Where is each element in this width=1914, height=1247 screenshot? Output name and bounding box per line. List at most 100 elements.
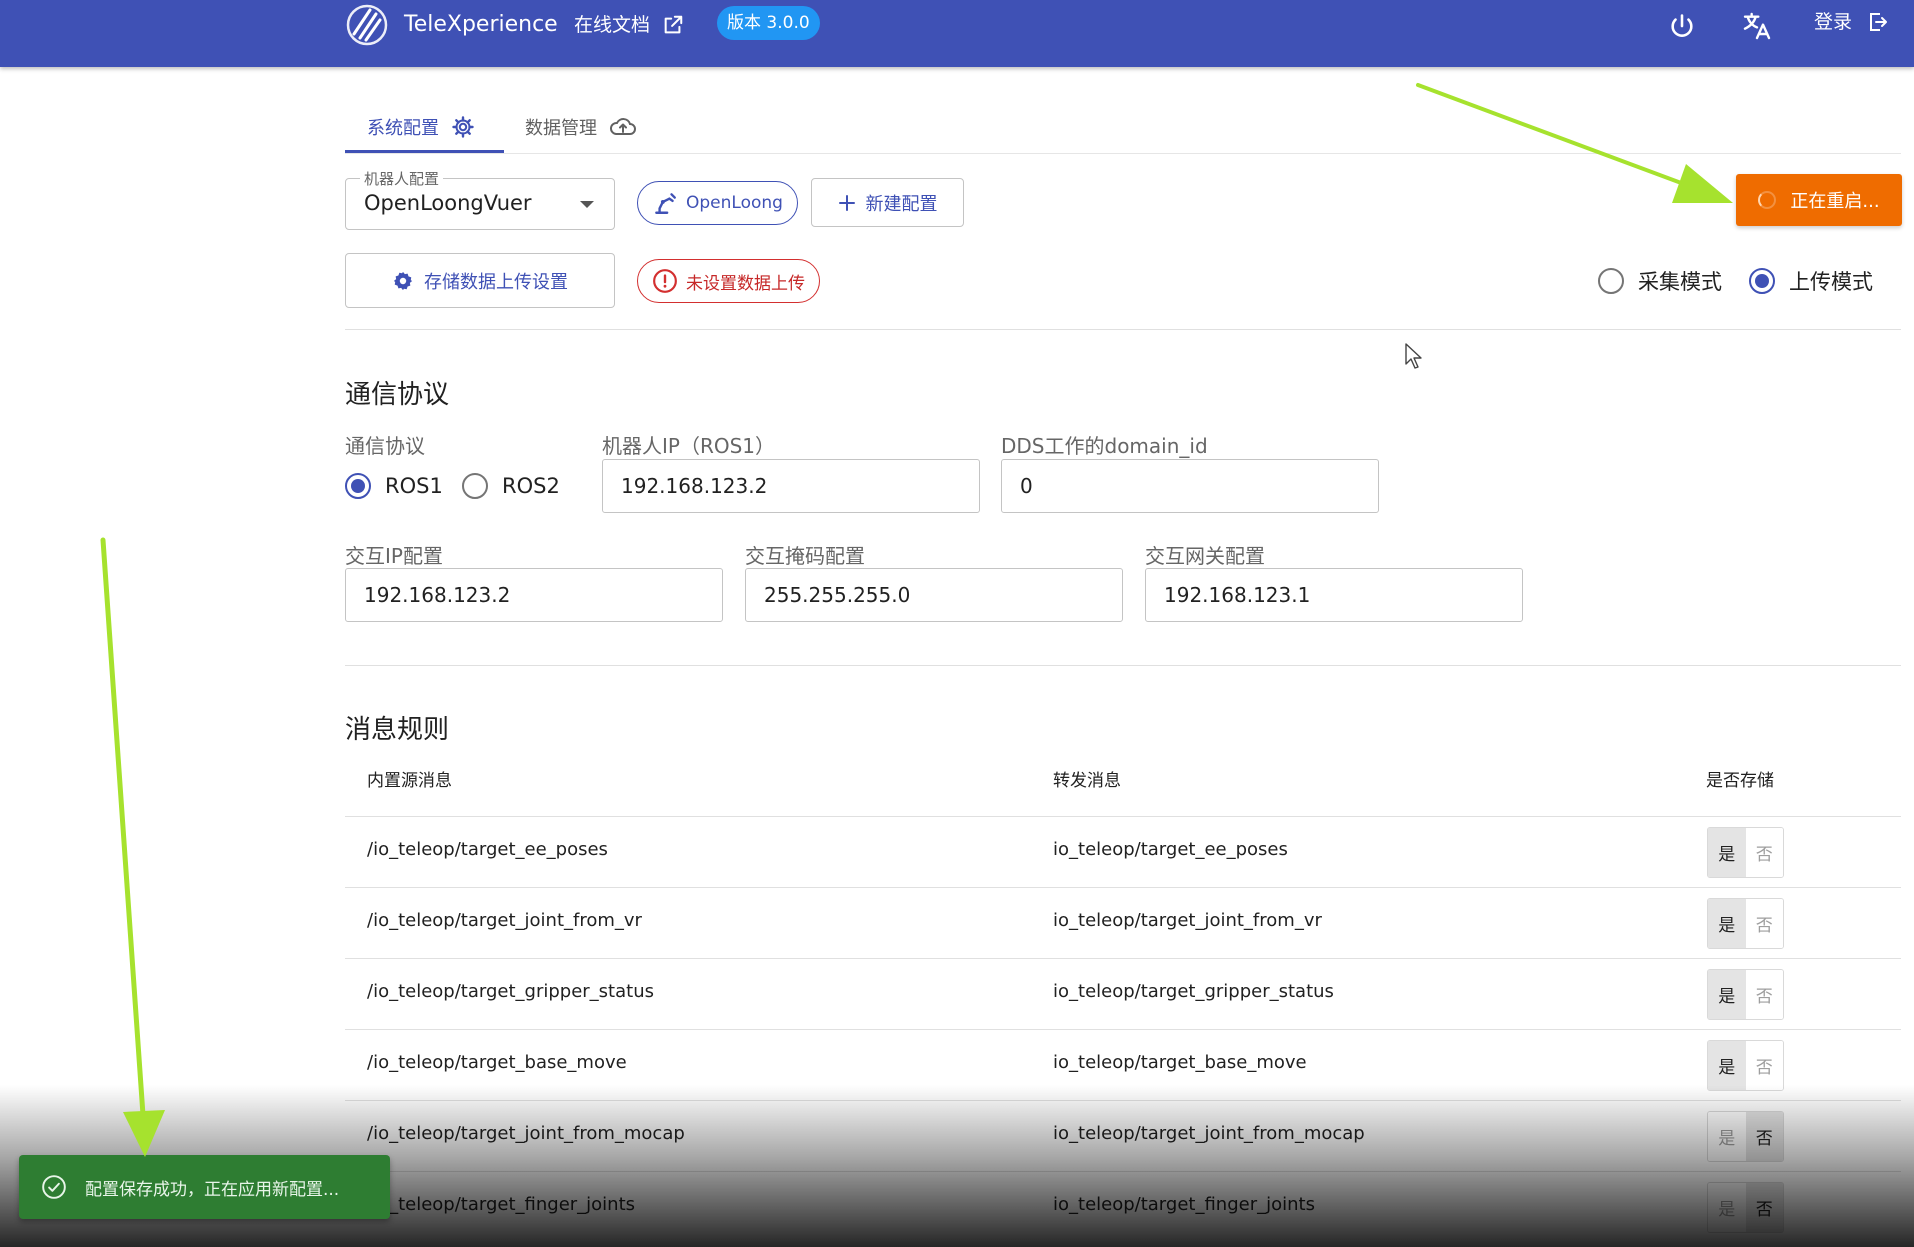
mouse-pointer-icon (1405, 343, 1422, 369)
robot-ip-input[interactable] (602, 459, 980, 513)
active-tab-indicator (345, 150, 504, 153)
loading-spinner-icon (1758, 191, 1777, 209)
robot-config-select[interactable]: 机器人配置 OpenLoongVuer (345, 168, 615, 230)
store-toggle: 是 否 (1707, 1040, 1784, 1091)
top-app-bar: TeleXperience 在线文档 版本 3.0.0 登录 (0, 0, 1914, 67)
rules-section-title: 消息规则 (345, 715, 450, 745)
login-icon (1870, 13, 1888, 31)
check-circle-icon (42, 1175, 66, 1199)
domain-id-input[interactable] (1001, 459, 1379, 513)
upload-warning-label: 未设置数据上传 (686, 273, 805, 294)
store-no-button[interactable]: 否 (1745, 1041, 1783, 1090)
external-link-icon (664, 15, 683, 34)
column-header-source: 内置源消息 (367, 771, 452, 791)
login-label: 登录 (1814, 11, 1853, 33)
domain-id-label: DDS工作的domain_id (1001, 434, 1208, 458)
robot-config-label: 机器人配置 (360, 168, 444, 189)
interaction-ip-label: 交互IP配置 (345, 544, 443, 568)
store-yes-button[interactable]: 是 (1708, 828, 1746, 877)
interaction-gateway-label: 交互网关配置 (1145, 544, 1265, 568)
login-button[interactable]: 登录 (1814, 9, 1890, 35)
store-yes-button[interactable]: 是 (1708, 970, 1746, 1019)
mode-upload-label: 上传模式 (1789, 270, 1873, 294)
robot-config-value: OpenLoongVuer (364, 191, 532, 215)
version-badge: 版本 3.0.0 (717, 6, 820, 40)
store-no-button[interactable]: 否 (1745, 1183, 1783, 1232)
store-toggle: 是 否 (1707, 898, 1784, 949)
source-message: /io_teleop/target_base_move (367, 1052, 627, 1073)
interaction-mask-input[interactable] (745, 568, 1123, 622)
tab-data-management[interactable]: 数据管理 (525, 100, 637, 154)
tab-system-config[interactable]: 系统配置 (367, 100, 475, 154)
source-message: /io_teleop/target_ee_poses (367, 839, 608, 860)
protocol-label: 通信协议 (345, 434, 425, 458)
store-no-button[interactable]: 否 (1745, 1112, 1783, 1161)
store-toggle: 是 否 (1707, 1182, 1784, 1233)
mode-collect-label: 采集模式 (1638, 270, 1722, 294)
snackbar-message: 配置保存成功，正在应用新配置... (85, 1179, 340, 1200)
power-button[interactable] (1662, 6, 1702, 46)
gear-icon (393, 271, 413, 290)
protocol-ros2-label: ROS2 (502, 474, 560, 498)
success-snackbar: 配置保存成功，正在应用新配置... (19, 1155, 390, 1219)
forward-message: io_teleop/target_base_move (1053, 1052, 1307, 1073)
mode-radio-collect[interactable]: 采集模式 (1598, 266, 1722, 296)
upload-settings-button[interactable]: 存储数据上传设置 (345, 253, 615, 308)
interaction-ip-input[interactable] (345, 568, 723, 622)
mode-radio-upload[interactable]: 上传模式 (1749, 266, 1873, 296)
new-config-button[interactable]: 新建配置 (811, 178, 964, 227)
online-docs-label: 在线文档 (574, 14, 651, 36)
protocol-radio-ros1[interactable]: ROS1 (345, 473, 443, 499)
forward-message: io_teleop/target_gripper_status (1053, 981, 1334, 1002)
forward-message: io_teleop/target_finger_joints (1053, 1194, 1315, 1215)
section-divider (345, 329, 1901, 330)
protocol-radio-ros2[interactable]: ROS2 (462, 473, 560, 499)
table-row: /io_teleop/target_ee_poses io_teleop/tar… (345, 816, 1901, 887)
restarting-label: 正在重启... (1790, 191, 1880, 212)
forward-message: io_teleop/target_joint_from_vr (1053, 910, 1322, 931)
column-header-forward: 转发消息 (1053, 771, 1121, 791)
forward-message: io_teleop/target_ee_poses (1053, 839, 1288, 860)
upload-warning-chip[interactable]: 未设置数据上传 (637, 259, 820, 303)
interaction-gateway-input[interactable] (1145, 568, 1523, 622)
online-docs-link[interactable]: 在线文档 (574, 11, 684, 39)
radio-checked-icon (345, 473, 371, 499)
store-toggle: 是 否 (1707, 827, 1784, 878)
store-toggle: 是 否 (1707, 1111, 1784, 1162)
radio-unchecked-icon (1598, 268, 1624, 294)
language-button[interactable] (1737, 6, 1777, 46)
info-alert-icon (653, 269, 677, 293)
new-config-label: 新建配置 (865, 193, 938, 215)
store-yes-button[interactable]: 是 (1708, 1183, 1746, 1232)
store-no-button[interactable]: 否 (1745, 899, 1783, 948)
plus-icon (838, 194, 855, 211)
table-row: /io_teleop/target_joint_from_mocap io_te… (345, 1100, 1901, 1171)
tab-data-management-label: 数据管理 (525, 118, 597, 139)
store-yes-button[interactable]: 是 (1708, 1041, 1746, 1090)
protocol-ros1-label: ROS1 (385, 474, 443, 498)
source-message: /io_teleop/target_joint_from_mocap (367, 1123, 685, 1144)
interaction-mask-label: 交互掩码配置 (745, 544, 865, 568)
store-yes-button[interactable]: 是 (1708, 1112, 1746, 1161)
table-row: /io_teleop/target_joint_from_vr io_teleo… (345, 887, 1901, 958)
source-message: /io_teleop/target_joint_from_vr (367, 910, 642, 931)
source-message: /io_teleop/target_finger_joints (367, 1194, 636, 1215)
column-header-store: 是否存储 (1706, 771, 1774, 791)
store-no-button[interactable]: 否 (1745, 828, 1783, 877)
app-title: TeleXperience (404, 12, 558, 37)
translate-icon (1743, 12, 1771, 40)
gear-icon (452, 116, 474, 138)
tab-system-config-label: 系统配置 (367, 118, 439, 139)
robot-arm-icon (655, 193, 676, 214)
radio-unchecked-icon (462, 473, 488, 499)
forward-message: io_teleop/target_joint_from_mocap (1053, 1123, 1365, 1144)
restarting-button[interactable]: 正在重启... (1736, 174, 1902, 226)
table-row: /io_teleop/target_base_move io_teleop/ta… (345, 1029, 1901, 1100)
source-message: /io_teleop/target_gripper_status (367, 981, 654, 1002)
chevron-down-icon (580, 201, 594, 208)
store-yes-button[interactable]: 是 (1708, 899, 1746, 948)
robot-model-chip[interactable]: OpenLoong (637, 181, 798, 225)
table-row: /io_teleop/target_finger_joints io_teleo… (345, 1171, 1901, 1242)
store-no-button[interactable]: 否 (1745, 970, 1783, 1019)
cloud-upload-icon (610, 118, 636, 135)
